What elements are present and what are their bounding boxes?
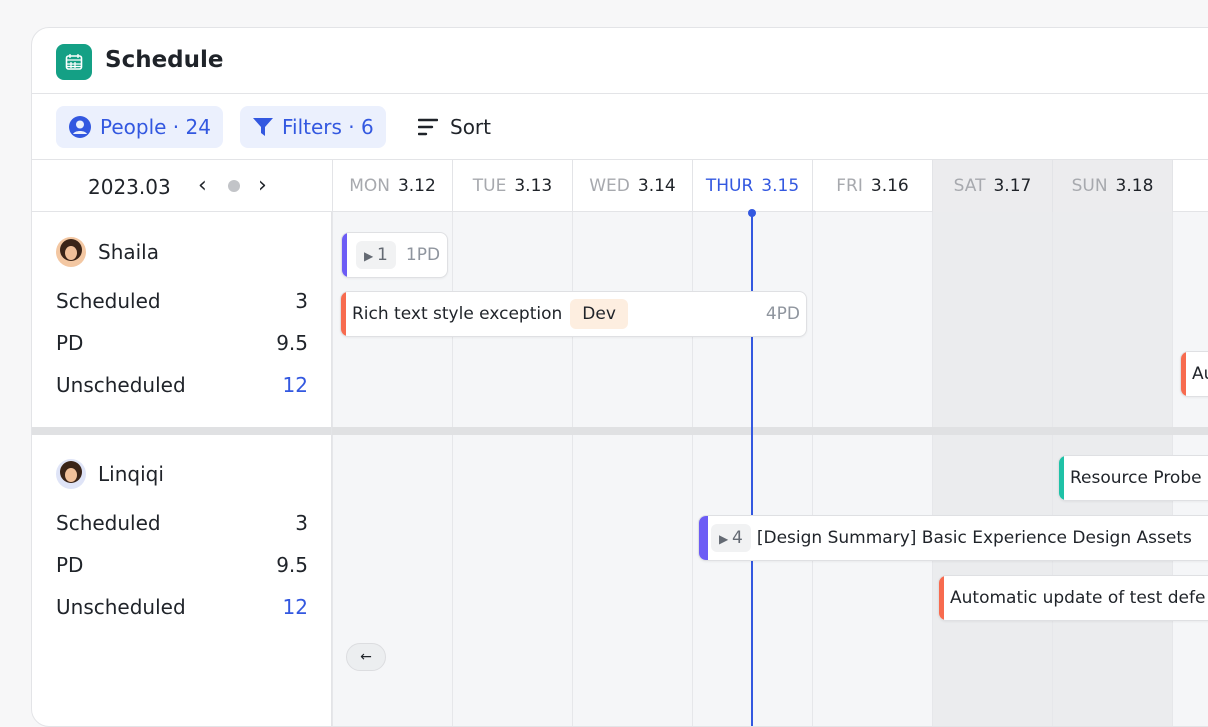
date: 3.16: [870, 176, 909, 196]
day-header-fri: FRI 3.16: [812, 160, 932, 212]
toolbar: People · 24 Filters · 6 Sort: [32, 94, 1208, 160]
weekday: THUR: [705, 176, 754, 196]
weekday: SUN: [1071, 176, 1108, 196]
task-title: Automatic update of test defe: [950, 588, 1206, 608]
unscheduled-link[interactable]: 12: [283, 595, 308, 619]
weekday: MON: [349, 176, 390, 196]
day-column: [812, 212, 932, 726]
filters-label: Filters · 6: [282, 115, 374, 139]
avatar: [56, 459, 86, 489]
day-column: [572, 212, 692, 726]
task-group-bar[interactable]: ▶ 4 [Design Summary] Basic Experience De…: [698, 515, 1208, 561]
weekday: FRI: [836, 176, 863, 196]
task-title: Rich text style exception: [352, 304, 563, 324]
person-name[interactable]: Shaila: [98, 240, 159, 264]
schedule-window: Schedule People · 24 Filters · 6 Sort 20…: [31, 27, 1208, 727]
current-time-line: [751, 212, 753, 726]
title-bar: Schedule: [32, 28, 1208, 94]
task-title: [Design Summary] Basic Experience Design…: [756, 528, 1192, 548]
day-header-thur: THUR 3.15: [692, 160, 812, 212]
person-name[interactable]: Linqiqi: [98, 462, 164, 486]
filter-icon: [253, 118, 273, 136]
user-circle-icon: [69, 116, 91, 138]
task-title: Au: [1192, 364, 1208, 384]
expand-group-button[interactable]: ▶ 1: [356, 241, 396, 269]
calendar-grid-icon: [56, 44, 92, 80]
calendar-header: 2023.03 ‹ › MON 3.12 TUE 3.13 WED 3.14 THUR 3.1…: [32, 160, 1208, 212]
date: 3.18: [1115, 176, 1154, 196]
date: 3.13: [514, 176, 553, 196]
date: 3.15: [761, 176, 800, 196]
group-count: 4: [732, 528, 743, 548]
today-dot-button[interactable]: [228, 180, 240, 192]
day-header-sat: SAT 3.17: [932, 160, 1052, 212]
stat-label: Unscheduled: [56, 373, 186, 397]
day-header-tue: TUE 3.13: [452, 160, 572, 212]
filters-button[interactable]: Filters · 6: [240, 106, 386, 148]
task-pd: 4PD: [765, 304, 800, 324]
next-month-chevron-right-icon[interactable]: ›: [258, 173, 267, 198]
task-group-bar[interactable]: ▶ 1 1PD: [341, 232, 448, 278]
date: 3.12: [397, 176, 436, 196]
stat-label: Scheduled: [56, 511, 161, 535]
sort-button[interactable]: Sort: [418, 106, 491, 148]
prev-month-chevron-left-icon[interactable]: ‹: [198, 173, 207, 198]
sort-icon: [418, 118, 438, 136]
stat-label: PD: [56, 331, 84, 355]
stat-label: Unscheduled: [56, 595, 186, 619]
stat-value: 3: [295, 289, 308, 313]
task-bar[interactable]: Resource Probe: [1058, 455, 1208, 501]
unscheduled-link[interactable]: 12: [283, 373, 308, 397]
day-column: [452, 212, 572, 726]
weekday: WED: [589, 176, 630, 196]
current-time-dot: [748, 209, 756, 217]
day-header-wed: WED 3.14: [572, 160, 692, 212]
day-header-mon: MON 3.12: [332, 160, 452, 212]
person-linqiqi: Linqiqi Scheduled 3 PD 9.5 Unscheduled 12: [56, 458, 308, 628]
day-column: [932, 212, 1052, 726]
stat-label: Scheduled: [56, 289, 161, 313]
task-bar[interactable]: Rich text style exception Dev 4PD: [340, 291, 807, 337]
scroll-back-arrow-left-button[interactable]: ←: [346, 643, 386, 671]
weekday: TUE: [472, 176, 507, 196]
sort-label: Sort: [450, 115, 491, 139]
drag-handle[interactable]: [699, 516, 708, 560]
person-shaila: Shaila Scheduled 3 PD 9.5 Unscheduled 12: [56, 236, 308, 406]
people-column: Shaila Scheduled 3 PD 9.5 Unscheduled 12 Li…: [32, 212, 332, 726]
play-triangle-icon: ▶: [364, 249, 378, 263]
task-title: Resource Probe: [1070, 468, 1202, 488]
people-label: People · 24: [100, 115, 211, 139]
stat-value: 3: [295, 511, 308, 535]
people-button[interactable]: People · 24: [56, 106, 223, 148]
date: 3.14: [637, 176, 676, 196]
play-triangle-icon: ▶: [719, 532, 733, 546]
month-label: 2023.03: [88, 175, 171, 199]
stat-value: 9.5: [276, 331, 308, 355]
task-bar[interactable]: Au: [1180, 351, 1208, 397]
task-bar[interactable]: Automatic update of test defe: [938, 575, 1208, 621]
day-header-mo: MO: [1172, 160, 1208, 212]
row-separator: [332, 427, 1208, 435]
task-tag: Dev: [570, 299, 628, 329]
weekday: SAT: [953, 176, 986, 196]
task-pd: 1PD: [405, 245, 441, 265]
page-title: Schedule: [105, 47, 224, 73]
avatar: [56, 237, 86, 267]
group-count: 1: [377, 245, 388, 265]
row-separator: [32, 427, 331, 435]
date: 3.17: [993, 176, 1032, 196]
stat-label: PD: [56, 553, 84, 577]
day-header-sun: SUN 3.18: [1052, 160, 1172, 212]
stat-value: 9.5: [276, 553, 308, 577]
expand-group-button[interactable]: ▶ 4: [711, 524, 751, 552]
